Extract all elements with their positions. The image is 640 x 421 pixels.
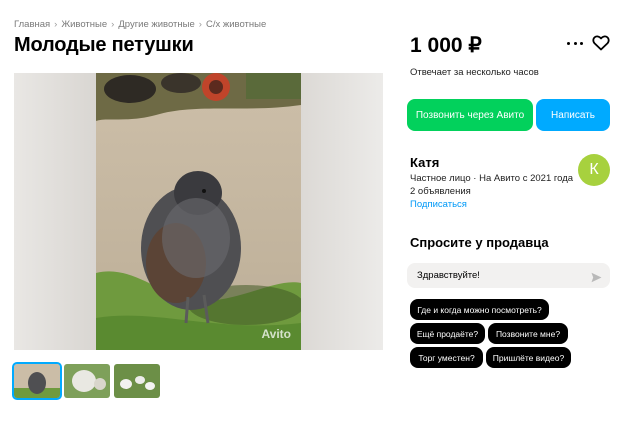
photo-watermark: Avito [261, 327, 291, 341]
thumbnail-2[interactable] [64, 364, 110, 398]
gallery-blur-right [301, 73, 383, 350]
seller-name[interactable]: Катя [410, 155, 439, 170]
subscribe-link[interactable]: Подписаться [410, 199, 467, 210]
breadcrumb: Главная › Животные › Другие животные › С… [14, 19, 266, 30]
thumbnail-3[interactable] [114, 364, 160, 398]
quick-question-chip[interactable]: Где и когда можно посмотреть? [410, 299, 549, 320]
breadcrumb-link-animals[interactable]: Животные [61, 19, 107, 30]
send-icon[interactable] [591, 270, 602, 283]
breadcrumb-separator: › [111, 19, 115, 30]
rooster-photo [96, 73, 301, 350]
thumbnail-1[interactable] [12, 362, 62, 400]
seller-since: Частное лицо · На Авито с 2021 года [410, 173, 574, 184]
avatar[interactable]: К [578, 154, 610, 186]
quick-question-chip[interactable]: Позвоните мне? [488, 323, 568, 344]
photo-gallery[interactable]: Avito [14, 73, 383, 350]
write-message-button[interactable]: Написать [536, 99, 610, 131]
breadcrumb-link-other-animals[interactable]: Другие животные [118, 19, 194, 30]
seller-ads-count[interactable]: 2 объявления [410, 186, 471, 197]
main-photo[interactable]: Avito [96, 73, 301, 350]
breadcrumb-link-home[interactable]: Главная [14, 19, 50, 30]
call-via-avito-button[interactable]: Позвонить через Авито [407, 99, 533, 131]
more-icon[interactable] [567, 37, 583, 49]
message-input-value: Здравствуйте! [417, 270, 480, 281]
thumbnail-image [114, 364, 160, 398]
price: 1 000 ₽ [410, 34, 482, 57]
thumbnail-strip [12, 362, 160, 400]
breadcrumb-separator: › [198, 19, 202, 30]
thumbnail-image [64, 364, 110, 398]
thumbnail-image [14, 364, 60, 398]
page-title: Молодые петушки [14, 34, 194, 56]
quick-question-chip[interactable]: Пришлёте видео? [486, 347, 571, 368]
breadcrumb-separator: › [54, 19, 58, 30]
response-time: Отвечает за несколько часов [410, 67, 539, 78]
message-input[interactable]: Здравствуйте! [407, 263, 610, 288]
gallery-blur-left [14, 73, 96, 350]
quick-question-chip[interactable]: Торг уместен? [410, 347, 483, 368]
ask-seller-title: Спросите у продавца [410, 235, 549, 250]
quick-question-chip[interactable]: Ещё продаёте? [410, 323, 485, 344]
heart-icon[interactable] [592, 35, 610, 51]
breadcrumb-link-farm-animals[interactable]: С/х животные [206, 19, 266, 30]
